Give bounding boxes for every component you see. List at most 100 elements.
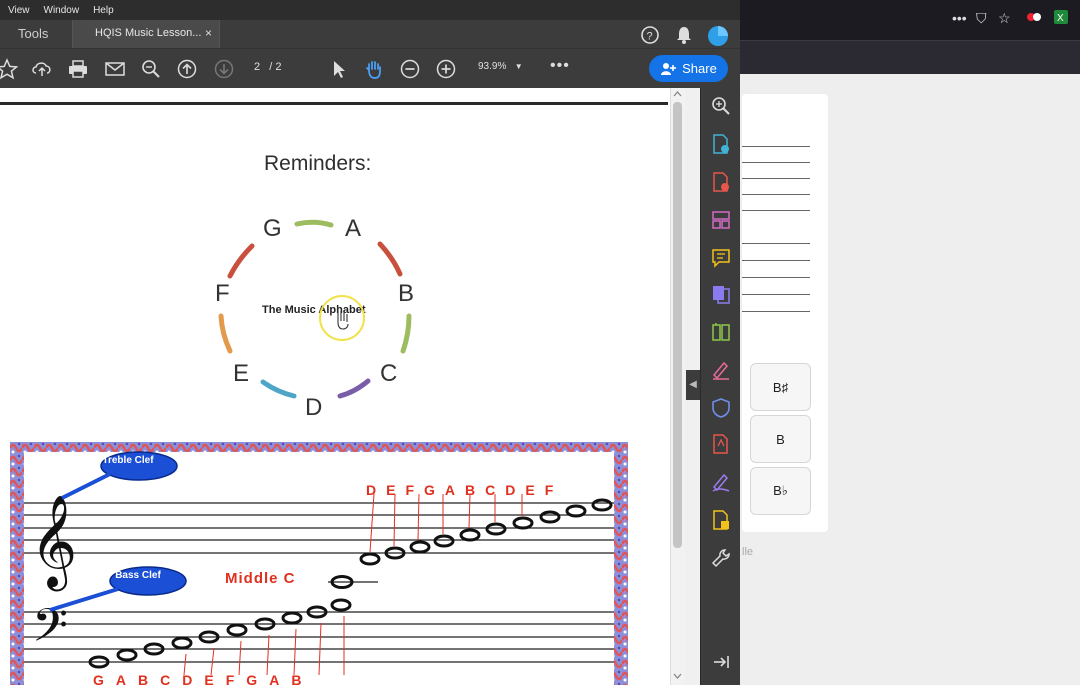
alpha-letter-c: C bbox=[380, 360, 398, 387]
svg-text:𝄞: 𝄞 bbox=[30, 494, 77, 591]
card-line bbox=[742, 210, 810, 211]
zoom-search-icon[interactable] bbox=[140, 58, 162, 80]
excel-extension-icon[interactable]: X bbox=[1054, 10, 1068, 27]
document-page[interactable]: Reminders: G A B C D E F The Music Alpha… bbox=[0, 88, 670, 685]
next-page-icon[interactable] bbox=[213, 58, 235, 80]
page-current[interactable]: 2 bbox=[254, 61, 260, 73]
acrobat-window: View Window Help Tools HQIS Music Lesson… bbox=[0, 0, 740, 685]
tab-document-title: HQIS Music Lesson... bbox=[95, 27, 202, 39]
extension-icon[interactable] bbox=[1026, 10, 1042, 27]
note-name: D bbox=[505, 482, 516, 498]
scrollbar-thumb[interactable] bbox=[673, 102, 682, 548]
share-label: Share bbox=[682, 61, 717, 76]
upload-cloud-icon[interactable] bbox=[31, 58, 53, 80]
add-person-icon bbox=[661, 62, 677, 75]
card-line bbox=[742, 277, 810, 278]
compare-files-icon[interactable] bbox=[711, 322, 731, 342]
menu-help[interactable]: Help bbox=[93, 5, 114, 16]
request-signature-icon[interactable] bbox=[711, 472, 731, 492]
flat-button[interactable]: B♭ bbox=[750, 467, 811, 515]
svg-text:X: X bbox=[1057, 13, 1064, 24]
export-pdf-icon[interactable] bbox=[711, 172, 731, 192]
hand-tool-icon[interactable] bbox=[363, 58, 385, 80]
share-button[interactable]: Share bbox=[649, 55, 728, 82]
star-icon[interactable] bbox=[0, 58, 18, 80]
more-icon[interactable]: ••• bbox=[952, 10, 967, 26]
sharp-button[interactable]: B♯ bbox=[750, 363, 811, 411]
help-icon[interactable]: ? bbox=[640, 25, 660, 45]
print-icon[interactable] bbox=[67, 58, 89, 80]
protect-shield-icon[interactable] bbox=[711, 398, 731, 418]
search-zoom-icon[interactable] bbox=[711, 96, 731, 116]
page-indicator[interactable]: 2 / 2 bbox=[254, 61, 282, 73]
page-total: / 2 bbox=[269, 61, 282, 73]
faint-text: lle bbox=[742, 546, 754, 558]
treble-clef-label: Treble Clef bbox=[102, 455, 154, 466]
chevron-down-icon: ▼ bbox=[514, 62, 523, 71]
note-name: G bbox=[246, 672, 258, 685]
tools-side-panel bbox=[700, 88, 740, 685]
scroll-down-icon[interactable] bbox=[673, 672, 682, 680]
card-line bbox=[742, 162, 810, 163]
svg-text:?: ? bbox=[647, 31, 653, 43]
alpha-letter-d: D bbox=[305, 394, 323, 421]
note-name: E bbox=[386, 482, 396, 498]
alpha-letter-f: F bbox=[215, 280, 230, 307]
card-line bbox=[742, 294, 810, 295]
combine-files-icon[interactable] bbox=[711, 284, 731, 304]
edit-pdf-icon[interactable] bbox=[711, 434, 731, 454]
bookmark-star-icon[interactable]: ☆ bbox=[998, 10, 1011, 27]
select-cursor-icon[interactable] bbox=[328, 58, 350, 80]
more-tools-wrench-icon[interactable] bbox=[711, 548, 731, 568]
zoom-in-icon[interactable] bbox=[435, 58, 457, 80]
alpha-letter-g: G bbox=[263, 215, 282, 242]
note-name: D bbox=[366, 482, 377, 498]
menu-window[interactable]: Window bbox=[44, 5, 80, 16]
pocket-icon[interactable]: ⛉ bbox=[976, 10, 987, 27]
cursor-highlight-icon bbox=[319, 295, 365, 341]
card-line bbox=[742, 311, 810, 312]
fill-sign-icon[interactable] bbox=[711, 360, 731, 380]
bell-icon[interactable] bbox=[675, 25, 693, 45]
menu-bar: View Window Help bbox=[0, 0, 740, 20]
middle-c-label: Middle C bbox=[225, 570, 296, 587]
comment-icon[interactable] bbox=[711, 248, 731, 268]
expand-panel-icon[interactable] bbox=[711, 652, 731, 672]
note-name: B bbox=[291, 672, 302, 685]
note-name: G bbox=[424, 482, 435, 498]
card-line bbox=[742, 194, 810, 195]
tab-document[interactable]: HQIS Music Lesson... × bbox=[72, 20, 220, 48]
note-name: A bbox=[444, 482, 456, 498]
note-name: B bbox=[138, 672, 149, 685]
collapse-panel-icon[interactable]: ◀ bbox=[686, 370, 700, 400]
toolbar: 2 / 2 93.9% ▼ ••• Share bbox=[0, 48, 740, 88]
bass-note-names: G A B C D E F G A B bbox=[93, 672, 301, 685]
scroll-up-icon[interactable] bbox=[673, 90, 682, 98]
menu-view[interactable]: View bbox=[8, 5, 30, 16]
scan-ocr-icon[interactable] bbox=[711, 510, 731, 530]
alpha-letter-e: E bbox=[233, 360, 250, 387]
zoom-dropdown[interactable]: 93.9% ▼ bbox=[478, 61, 523, 72]
note-name: A bbox=[115, 672, 127, 685]
page-separator bbox=[0, 102, 668, 105]
card-line bbox=[742, 178, 810, 179]
tab-bar: Tools HQIS Music Lesson... × ? bbox=[0, 20, 740, 48]
note-name: C bbox=[160, 672, 171, 685]
note-name: G bbox=[93, 672, 104, 685]
card-line bbox=[742, 146, 810, 147]
zoom-out-icon[interactable] bbox=[399, 58, 421, 80]
grand-staff-image: 𝄞 𝄢 bbox=[10, 442, 628, 685]
zoom-value: 93.9% bbox=[478, 61, 507, 72]
natural-button[interactable]: B bbox=[750, 415, 811, 463]
note-name: F bbox=[405, 482, 415, 498]
tab-tools[interactable]: Tools bbox=[18, 26, 48, 41]
account-avatar-icon[interactable] bbox=[707, 25, 729, 47]
more-tools-icon[interactable]: ••• bbox=[550, 57, 570, 75]
prev-page-icon[interactable] bbox=[176, 58, 198, 80]
create-pdf-icon[interactable] bbox=[711, 134, 731, 154]
organize-pages-icon[interactable] bbox=[711, 210, 731, 230]
note-name: F bbox=[225, 672, 235, 685]
close-icon[interactable]: × bbox=[205, 26, 212, 40]
note-name: A bbox=[269, 672, 280, 685]
email-icon[interactable] bbox=[104, 58, 126, 80]
